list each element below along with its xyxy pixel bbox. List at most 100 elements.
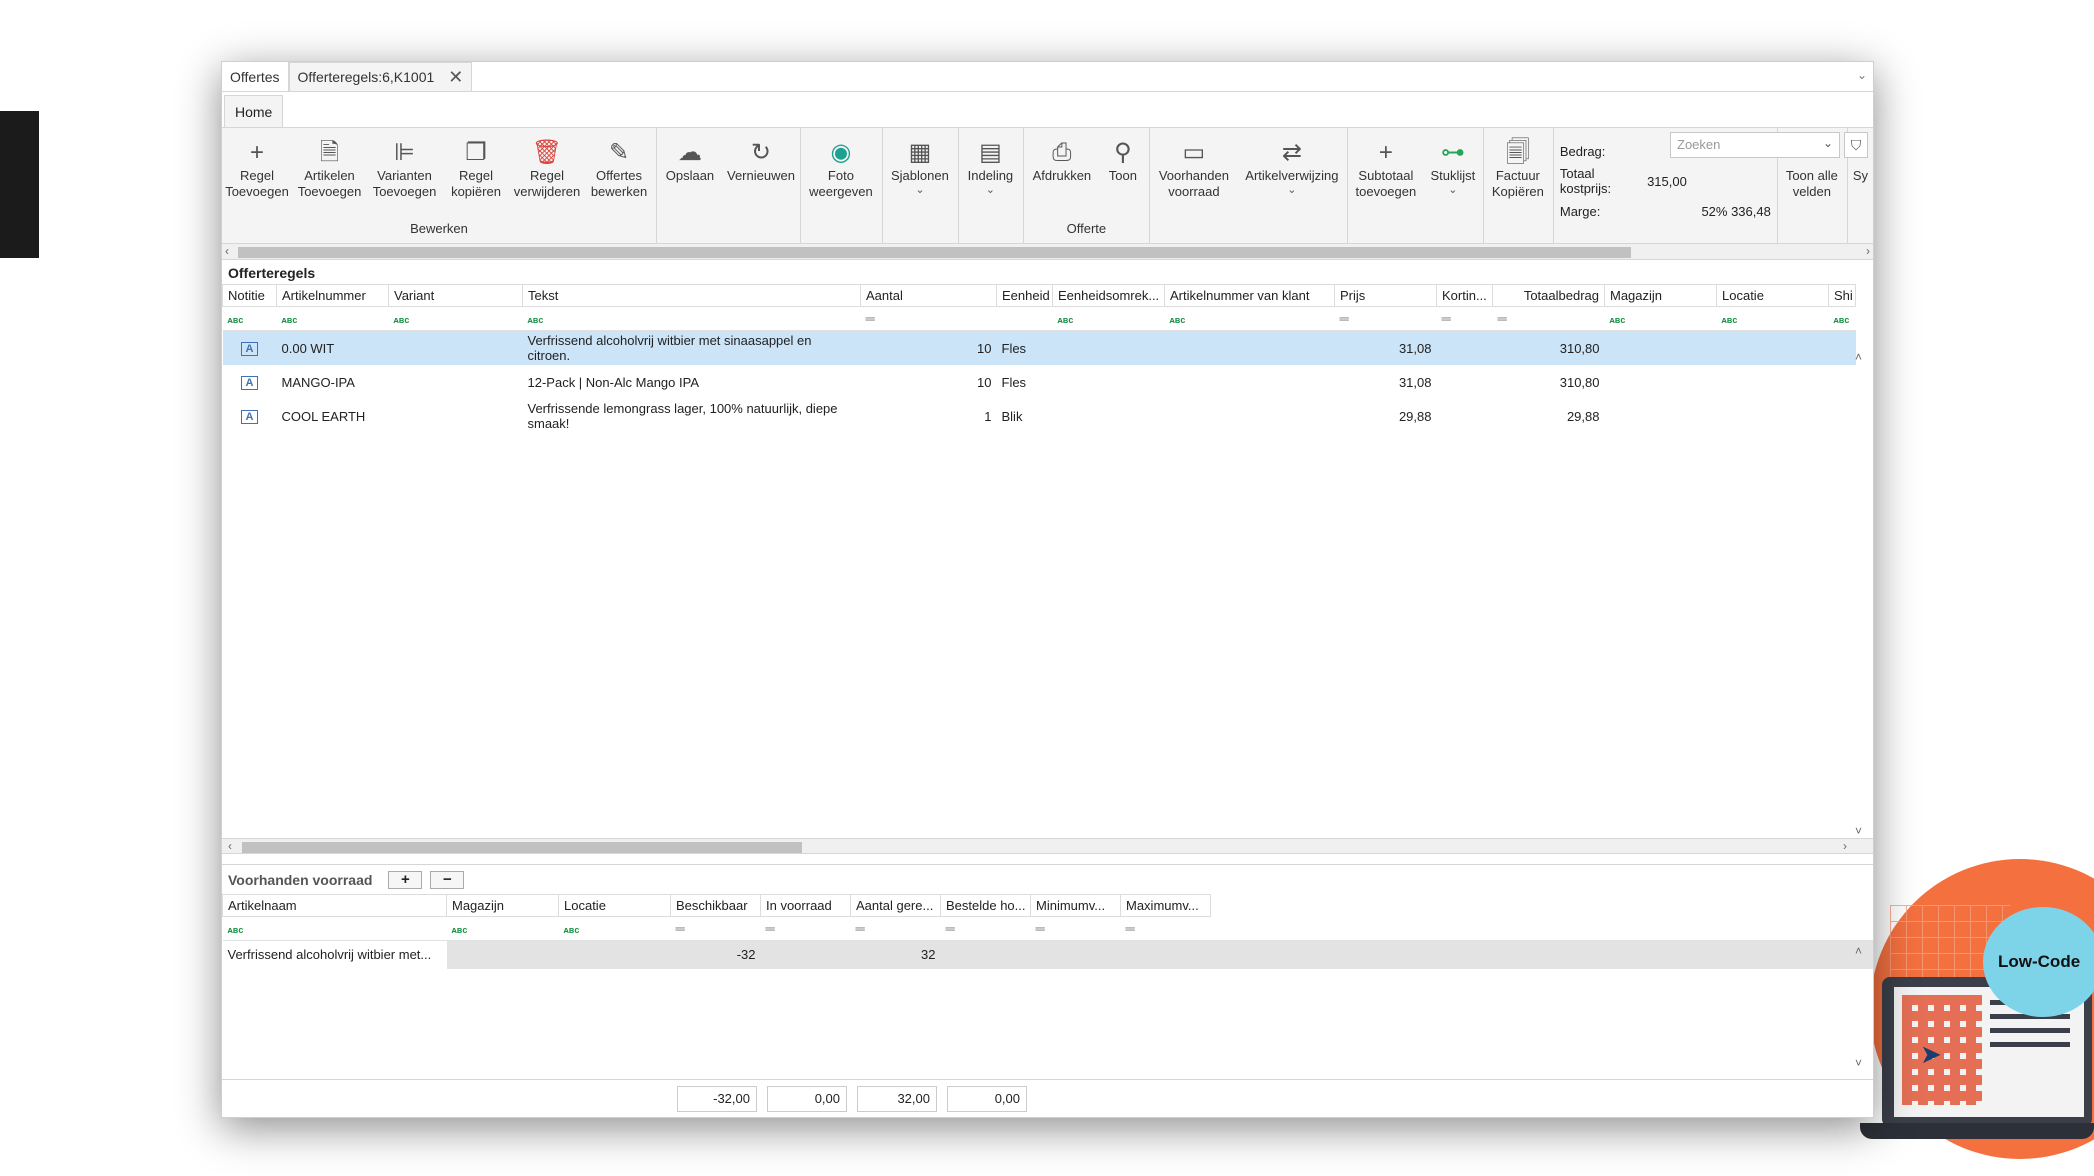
tab-home[interactable]: Home [224, 95, 284, 127]
filter-cell[interactable]: ᴀʙᴄ [276, 306, 389, 331]
scroll-thumb[interactable] [242, 842, 802, 853]
note-icon[interactable]: A [241, 410, 258, 424]
col-locatie[interactable]: Locatie [1716, 284, 1829, 307]
filter-cell[interactable]: ═ [940, 916, 1031, 941]
search-placeholder: Zoeken [1677, 137, 1721, 152]
regel-verwijderen-button[interactable]: 🗑 Regel verwijderen [510, 128, 584, 221]
tab-offerteregels[interactable]: Offerteregels:6,K1001 ✕ [288, 62, 473, 91]
button-label: Voorhanden [1158, 168, 1229, 183]
col-bestelde-hoeveelheid[interactable]: Bestelde ho... [940, 894, 1031, 917]
col-eenheidsomrek[interactable]: Eenheidsomrek... [1052, 284, 1165, 307]
chevron-down-icon: ⌄ [1448, 184, 1458, 196]
regel-kopieren-button[interactable]: ❐ Regel kopiëren [442, 128, 510, 221]
opslaan-button[interactable]: ☁ Opslaan [657, 128, 723, 243]
filter-cell[interactable]: ᴀʙᴄ [522, 306, 861, 331]
col-artikelnummer[interactable]: Artikelnummer [276, 284, 389, 307]
subtotaal-toevoegen-button[interactable]: + Subtotaal toevoegen [1348, 128, 1424, 243]
col-notitie[interactable]: Notitie [222, 284, 277, 307]
factuur-kopieren-button[interactable]: 🗐 Factuur Kopiëren [1484, 128, 1552, 243]
filter-icon[interactable]: ⛉ [1844, 132, 1868, 158]
col-artikelnummer-klant[interactable]: Artikelnummer van klant [1164, 284, 1335, 307]
filter-cell[interactable]: ᴀʙᴄ [1052, 306, 1165, 331]
filter-cell[interactable] [996, 306, 1053, 331]
tab-offertes[interactable]: Offertes [222, 62, 289, 91]
close-icon[interactable]: ✕ [448, 67, 463, 88]
col-in-voorraad[interactable]: In voorraad [760, 894, 851, 917]
col-minimumvoorraad[interactable]: Minimumv... [1030, 894, 1121, 917]
filter-cell[interactable]: ═ [850, 916, 941, 941]
filter-cell[interactable]: ᴀʙᴄ [222, 916, 447, 941]
table-row[interactable]: Verfrissend alcoholvrij witbier met... -… [222, 940, 1873, 969]
filter-cell[interactable]: ᴀʙᴄ [222, 306, 277, 331]
col-locatie[interactable]: Locatie [558, 894, 671, 917]
col-variant[interactable]: Variant [388, 284, 523, 307]
ribbon-scrollbar[interactable]: ‹ › [222, 244, 1873, 260]
note-icon[interactable]: A [241, 376, 258, 390]
filter-cell[interactable]: ᴀʙᴄ [1716, 306, 1829, 331]
chevron-right-icon[interactable]: › [1843, 839, 1847, 853]
col-korting[interactable]: Kortin... [1436, 284, 1493, 307]
search-input[interactable]: Zoeken ⌄ [1670, 132, 1840, 158]
voorhanden-voorraad-button[interactable]: ▭ Voorhanden voorraad [1150, 128, 1238, 243]
chevron-left-icon[interactable]: ‹ [228, 839, 232, 853]
filter-row: ᴀʙᴄ ᴀʙᴄ ᴀʙᴄ ᴀʙᴄ ═ ᴀʙᴄ ᴀʙᴄ ═ ═ ═ ᴀʙᴄ ᴀʙᴄ … [222, 306, 1856, 331]
vernieuwen-button[interactable]: ↻ Vernieuwen [723, 128, 799, 243]
filter-row: ᴀʙᴄ ᴀʙᴄ ᴀʙᴄ ═ ═ ═ ═ ═ ═ [222, 916, 1873, 941]
text-filter-icon: ᴀʙᴄ [1169, 315, 1186, 325]
col-tekst[interactable]: Tekst [522, 284, 861, 307]
chevron-down-icon[interactable]: ˅ [1855, 824, 1871, 838]
col-artikelnaam[interactable]: Artikelnaam [222, 894, 447, 917]
filter-cell[interactable]: ᴀʙᴄ [388, 306, 523, 331]
filter-cell[interactable]: ═ [1334, 306, 1437, 331]
toon-button[interactable]: ⚲ Toon [1100, 128, 1146, 221]
filter-cell[interactable]: ᴀʙᴄ [1604, 306, 1717, 331]
chevron-right-icon[interactable]: › [1866, 244, 1870, 258]
chevron-down-icon[interactable]: ˅ [1855, 1056, 1871, 1070]
stuklijst-button[interactable]: ⊶ Stuklijst ⌄ [1424, 128, 1482, 243]
filter-cell[interactable]: ═ [1492, 306, 1605, 331]
note-icon[interactable]: A [241, 342, 258, 356]
filter-cell[interactable]: ═ [1030, 916, 1121, 941]
filter-cell[interactable]: ═ [760, 916, 851, 941]
col-magazijn[interactable]: Magazijn [1604, 284, 1717, 307]
filter-cell[interactable]: ═ [860, 306, 997, 331]
chevron-down-icon[interactable]: ⌄ [1857, 68, 1867, 82]
table-row[interactable]: A 0.00 WIT Verfrissend alcoholvrij witbi… [222, 330, 1856, 365]
regel-toevoegen-button[interactable]: + Regel Toevoegen [222, 128, 292, 221]
chevron-up-icon[interactable]: ˄ [1855, 944, 1871, 958]
filter-cell[interactable]: ᴀʙᴄ [1164, 306, 1335, 331]
col-prijs[interactable]: Prijs [1334, 284, 1437, 307]
col-eenheid[interactable]: Eenheid [996, 284, 1053, 307]
offertes-bewerken-button[interactable]: ✎ Offertes bewerken [584, 128, 654, 221]
filter-cell[interactable]: ᴀʙᴄ [558, 916, 671, 941]
artikelen-toevoegen-button[interactable]: 🗎 Artikelen Toevoegen [292, 128, 367, 221]
filter-cell[interactable]: ═ [1436, 306, 1493, 331]
col-magazijn[interactable]: Magazijn [446, 894, 559, 917]
col-shi[interactable]: Shi [1828, 284, 1856, 307]
filter-cell[interactable]: ᴀʙᴄ [1828, 306, 1856, 331]
scroll-thumb[interactable] [238, 247, 1631, 258]
foto-weergeven-button[interactable]: ◉ Foto weergeven [801, 128, 881, 243]
col-aantal-gereserveerd[interactable]: Aantal gere... [850, 894, 941, 917]
artikelverwijzing-button[interactable]: ⇄ Artikelverwijzing ⌄ [1238, 128, 1346, 243]
filter-cell[interactable]: ᴀʙᴄ [446, 916, 559, 941]
filter-cell[interactable]: ═ [670, 916, 761, 941]
table-row[interactable]: A COOL EARTH Verfrissende lemongrass lag… [223, 399, 1856, 433]
chevron-left-icon[interactable]: ‹ [225, 244, 229, 258]
afdrukken-button[interactable]: ⎙ Afdrukken [1024, 128, 1100, 221]
remove-button[interactable]: − [430, 870, 465, 889]
filter-cell[interactable]: ═ [1120, 916, 1211, 941]
col-maximumvoorraad[interactable]: Maximumv... [1120, 894, 1211, 917]
col-aantal[interactable]: Aantal [860, 284, 997, 307]
voorraad-title: Voorhanden voorraad [228, 871, 373, 888]
chevron-up-icon[interactable]: ˄ [1855, 350, 1871, 364]
add-button[interactable]: + [388, 870, 423, 889]
ribbon-tabs: Home [222, 92, 1873, 127]
col-totaalbedrag[interactable]: Totaalbedrag [1492, 284, 1605, 307]
varianten-toevoegen-button[interactable]: ⊫ Varianten Toevoegen [367, 128, 442, 221]
table-row[interactable]: A MANGO-IPA 12-Pack | Non-Alc Mango IPA … [223, 365, 1856, 399]
indeling-button[interactable]: ▤ Indeling ⌄ [959, 128, 1022, 243]
col-beschikbaar[interactable]: Beschikbaar [670, 894, 761, 917]
sjablonen-button[interactable]: ▦ Sjablonen ⌄ [883, 128, 957, 243]
grid-scrollbar[interactable]: ‹ › [222, 838, 1873, 854]
